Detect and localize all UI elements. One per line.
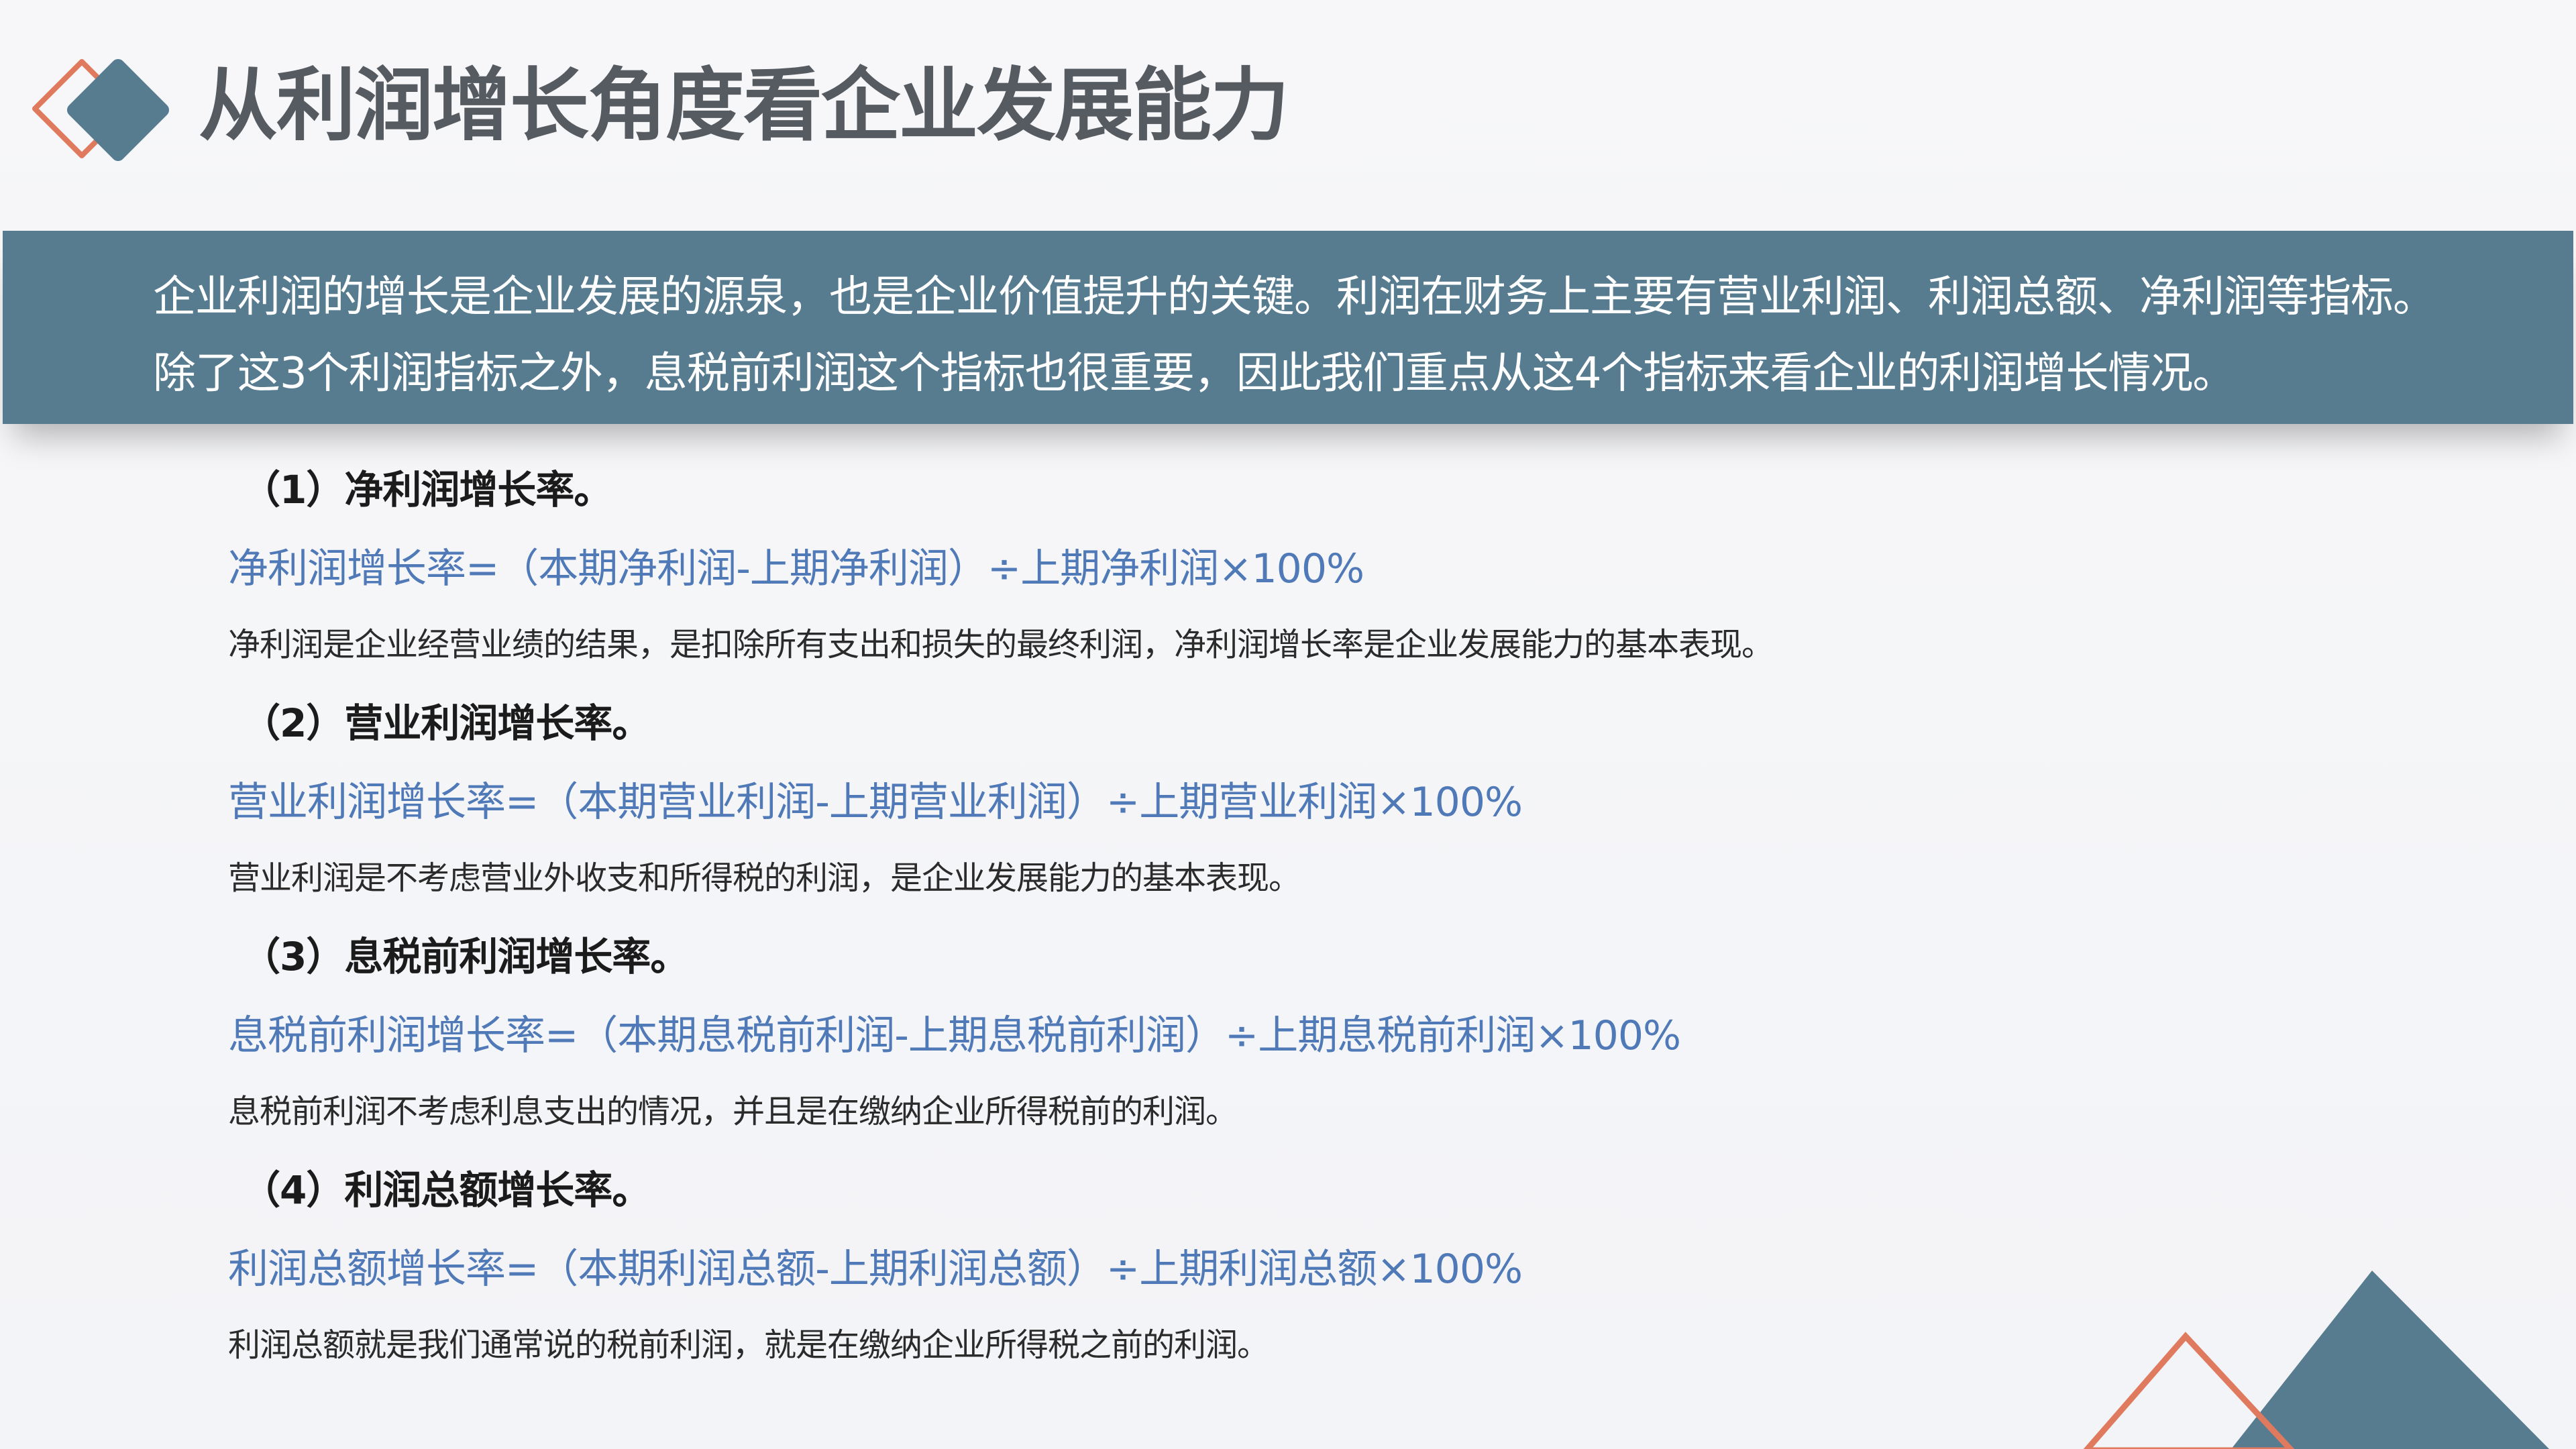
intro-text: 企业利润的增长是企业发展的源泉，也是企业价值提升的关键。利润在财务上主要有营业利… — [153, 272, 2436, 398]
page-title: 从利润增长角度看企业发展能力 — [199, 59, 1289, 152]
metric-ebit: （3）息税前利润增长率。 息税前利润增长率=（本期息税前利润-上期息税前利润）÷… — [228, 920, 2308, 1154]
metric-formula: 净利润增长率=（本期净利润-上期净利润）÷上期净利润×100% — [228, 545, 1364, 592]
metric-description: 息税前利润不考虑利息支出的情况，并且是在缴纳企业所得税前的利润。 — [228, 1093, 1238, 1130]
metric-description: 营业利润是不考虑营业外收支和所得税的利润，是企业发展能力的基本表现。 — [228, 859, 1301, 897]
metric-heading: （4）利润总额增长率。 — [241, 1167, 651, 1213]
metric-operating-profit: （2）营业利润增长率。 营业利润增长率=（本期营业利润-上期营业利润）÷上期营业… — [228, 687, 2308, 920]
metric-heading: （1）净利润增长率。 — [241, 467, 612, 513]
metric-formula: 息税前利润增长率=（本期息税前利润-上期息税前利润）÷上期息税前利润×100% — [228, 1012, 1681, 1059]
metric-description: 净利润是企业经营业绩的结果，是扣除所有支出和损失的最终利润，净利润增长率是企业发… — [228, 626, 1774, 663]
metric-formula: 利润总额增长率=（本期利润总额-上期利润总额）÷上期利润总额×100% — [228, 1246, 1523, 1293]
corner-triangles-decoration — [2083, 1271, 2549, 1449]
metric-net-profit: （1）净利润增长率。 净利润增长率=（本期净利润-上期净利润）÷上期净利润×10… — [228, 453, 2308, 687]
metric-total-profit: （4）利润总额增长率。 利润总额增长率=（本期利润总额-上期利润总额）÷上期利润… — [228, 1154, 2308, 1387]
intro-banner: 企业利润的增长是企业发展的源泉，也是企业价值提升的关键。利润在财务上主要有营业利… — [3, 231, 2573, 424]
diamond-logo-icon — [32, 59, 169, 161]
metric-heading: （3）息税前利润增长率。 — [241, 934, 689, 979]
metric-heading: （2）营业利润增长率。 — [241, 700, 651, 746]
metric-formula: 营业利润增长率=（本期营业利润-上期营业利润）÷上期营业利润×100% — [228, 779, 1523, 826]
metrics-list: （1）净利润增长率。 净利润增长率=（本期净利润-上期净利润）÷上期净利润×10… — [228, 453, 2308, 1387]
metric-description: 利润总额就是我们通常说的税前利润，就是在缴纳企业所得税之前的利润。 — [228, 1326, 1269, 1364]
